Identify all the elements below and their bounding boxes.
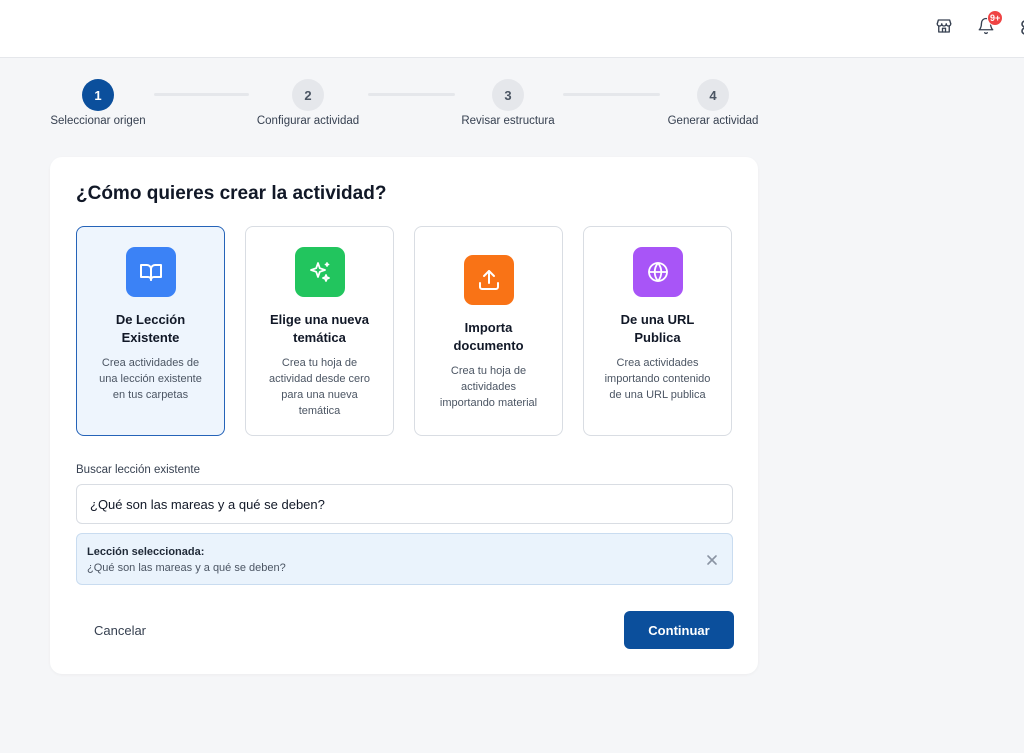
- option-description: Crea tu hoja de actividades importando m…: [439, 365, 538, 409]
- selected-lesson-title: Lección seleccionada:: [87, 546, 205, 558]
- top-bar: 9+: [0, 0, 1024, 58]
- store-icon[interactable]: [934, 16, 954, 36]
- selected-lesson-value: ¿Qué son las mareas y a qué se deben?: [87, 562, 286, 574]
- selected-lesson-box: Lección seleccionada: ¿Qué son las marea…: [76, 533, 733, 585]
- search-input[interactable]: [76, 484, 733, 524]
- step-1-circle[interactable]: 1: [82, 79, 114, 111]
- option-import-document[interactable]: Importa documento Crea tu hoja de activi…: [414, 226, 563, 436]
- create-activity-card: ¿Cómo quieres crear la actividad? De Lec…: [50, 157, 758, 674]
- step-1-label: Seleccionar origen: [50, 115, 146, 127]
- step-3-circle[interactable]: 3: [492, 79, 524, 111]
- step-connector: [368, 93, 455, 96]
- option-new-topic[interactable]: Elige una nueva temática Crea tu hoja de…: [245, 226, 394, 436]
- upload-icon: [463, 255, 514, 305]
- option-description: Crea actividades importando contenido de…: [604, 357, 711, 401]
- step-connector: [563, 93, 660, 96]
- search-label: Buscar lección existente: [76, 464, 201, 476]
- option-public-url[interactable]: De una URL Publica Crea actividades impo…: [583, 226, 732, 436]
- step-2-label: Configurar actividad: [256, 115, 360, 127]
- close-icon[interactable]: [702, 550, 722, 570]
- option-description: Crea actividades de una lección existent…: [99, 357, 202, 401]
- option-description: Crea tu hoja de actividad desde cero par…: [269, 357, 370, 417]
- step-2-circle[interactable]: 2: [292, 79, 324, 111]
- continue-button[interactable]: Continuar: [624, 611, 734, 649]
- card-title: ¿Cómo quieres crear la actividad?: [76, 183, 387, 204]
- step-4-circle[interactable]: 4: [697, 79, 729, 111]
- step-4-label: Generar actividad: [667, 115, 759, 127]
- option-title: De Lección Existente: [115, 312, 186, 345]
- option-title: Elige una nueva temática: [270, 312, 369, 345]
- user-menu-icon[interactable]: [1016, 18, 1024, 36]
- book-icon: [125, 247, 176, 297]
- notification-badge: 9+: [987, 10, 1004, 26]
- globe-icon: [632, 247, 683, 297]
- step-3-label: Revisar estructura: [461, 115, 555, 127]
- option-title: De una URL Publica: [620, 312, 695, 345]
- cancel-button[interactable]: Cancelar: [76, 611, 164, 649]
- step-connector: [154, 93, 249, 96]
- option-existing-lesson[interactable]: De Lección Existente Crea actividades de…: [76, 226, 225, 436]
- sparkles-icon: [294, 247, 345, 297]
- option-title: Importa documento: [453, 320, 524, 353]
